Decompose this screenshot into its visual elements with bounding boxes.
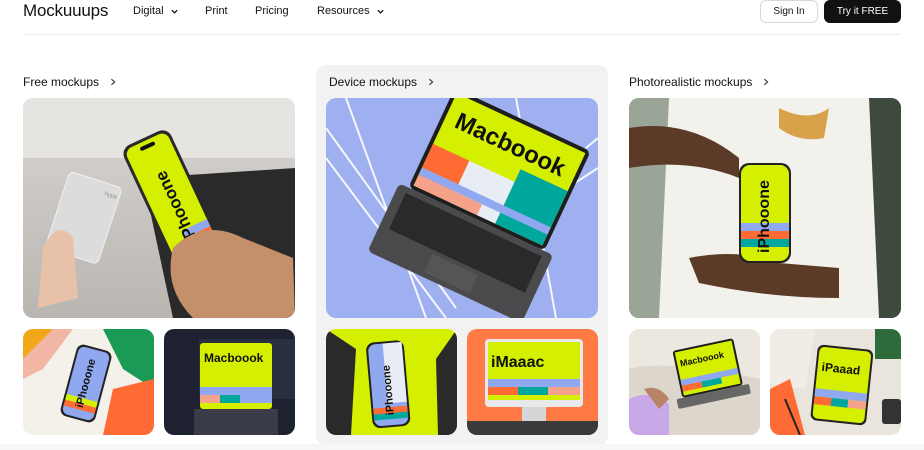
menu-pricing[interactable]: Pricing bbox=[255, 5, 317, 17]
laptop-on-sofa-image: Macboook bbox=[629, 329, 760, 435]
menu-digital[interactable]: Digital bbox=[133, 5, 205, 17]
laptop-dark-image: Macboook bbox=[164, 329, 295, 435]
hands-holding-phone-image: iPhooone bbox=[629, 98, 901, 318]
chevron-down-icon bbox=[170, 9, 178, 14]
phone-in-hand-image: hype iPhooone bbox=[23, 98, 295, 318]
free-mockup-main-card[interactable]: hype iPhooone bbox=[23, 98, 295, 318]
free-mockups-link[interactable]: Free mockups bbox=[23, 75, 117, 89]
sign-in-button[interactable]: Sign In bbox=[760, 0, 818, 23]
floating-laptop-image: Macboook bbox=[326, 98, 598, 318]
phone-screen-text: iPhooone bbox=[756, 180, 773, 253]
free-mockup-thumb-1[interactable]: iPhooone bbox=[23, 329, 154, 435]
device-mockup-main-card[interactable]: Macboook bbox=[326, 98, 598, 318]
photorealistic-mockup-thumb-2[interactable]: iPaaad bbox=[770, 329, 901, 435]
top-nav: Mockuuups Digital Print Pricing Resource… bbox=[0, 0, 924, 30]
nav-divider bbox=[23, 34, 901, 35]
desktop-orange-image: iMaaac bbox=[467, 329, 598, 435]
phone-lime-image: iPhooone bbox=[326, 329, 457, 435]
desktop-screen-text: iMaaac bbox=[491, 354, 544, 371]
menu-resources-label: Resources bbox=[317, 5, 370, 17]
chevron-right-icon bbox=[111, 78, 116, 86]
photorealistic-mockup-thumb-1[interactable]: Macboook bbox=[629, 329, 760, 435]
column-title: Free mockups bbox=[23, 75, 100, 89]
menu-resources[interactable]: Resources bbox=[317, 5, 385, 17]
column-title: Device mockups bbox=[329, 75, 418, 89]
menu-pricing-label: Pricing bbox=[255, 5, 289, 17]
phone-on-paper-image: iPhooone bbox=[23, 329, 154, 435]
photorealistic-mockups-link[interactable]: Photorealistic mockups bbox=[629, 75, 770, 89]
menu-print-label: Print bbox=[205, 5, 228, 17]
page-bottom-strip bbox=[0, 444, 924, 450]
chevron-right-icon bbox=[764, 78, 769, 86]
menu-print[interactable]: Print bbox=[205, 5, 255, 17]
free-mockup-thumb-2[interactable]: Macboook bbox=[164, 329, 295, 435]
logo[interactable]: Mockuuups bbox=[23, 1, 108, 21]
device-mockup-thumb-2[interactable]: iMaaac bbox=[467, 329, 598, 435]
try-free-button[interactable]: Try it FREE bbox=[824, 0, 901, 23]
laptop-screen-text: Macboook bbox=[204, 351, 264, 365]
main-menu: Digital Print Pricing Resources bbox=[133, 5, 385, 17]
chevron-down-icon bbox=[376, 9, 384, 14]
chevron-right-icon bbox=[429, 78, 434, 86]
tablet-on-desk-image: iPaaad bbox=[770, 329, 901, 435]
device-mockup-thumb-1[interactable]: iPhooone bbox=[326, 329, 457, 435]
photorealistic-mockup-main-card[interactable]: iPhooone bbox=[629, 98, 901, 318]
column-title: Photorealistic mockups bbox=[629, 75, 753, 89]
device-mockups-link[interactable]: Device mockups bbox=[329, 75, 435, 89]
menu-digital-label: Digital bbox=[133, 5, 164, 17]
